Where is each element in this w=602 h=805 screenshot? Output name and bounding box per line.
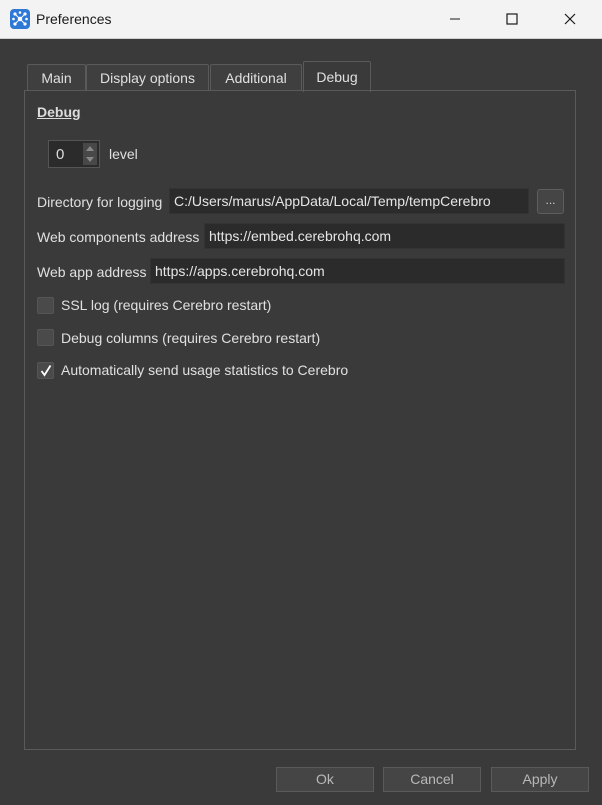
ssl-log-label: SSL log (requires Cerebro restart)	[61, 297, 272, 313]
level-value: 0	[56, 146, 65, 163]
level-label: level	[109, 146, 138, 162]
close-button[interactable]	[547, 0, 593, 38]
minimize-icon	[450, 18, 460, 20]
minimize-button[interactable]	[432, 0, 478, 38]
maximize-icon	[506, 13, 518, 25]
logging-dir-label: Directory for logging	[37, 194, 163, 210]
tab-additional[interactable]: Additional	[210, 64, 302, 91]
maximize-button[interactable]	[489, 0, 535, 38]
spin-down-button[interactable]	[83, 154, 97, 165]
web-app-label: Web app address	[37, 264, 147, 280]
arrow-down-icon	[86, 157, 94, 162]
spin-up-button[interactable]	[83, 143, 97, 154]
close-icon	[564, 13, 576, 25]
debug-columns-checkbox[interactable]	[37, 329, 54, 346]
usage-stats-label: Automatically send usage statistics to C…	[61, 362, 349, 378]
web-components-field[interactable]: https://embed.cerebrohq.com	[204, 223, 565, 249]
tab-debug[interactable]: Debug	[303, 61, 371, 92]
usage-stats-checkbox[interactable]	[37, 362, 54, 379]
level-spinbox[interactable]: 0	[48, 140, 100, 168]
app-icon	[10, 9, 30, 29]
tab-main[interactable]: Main	[27, 64, 86, 91]
tab-display-options[interactable]: Display options	[86, 64, 209, 91]
web-app-field[interactable]: https://apps.cerebrohq.com	[150, 258, 565, 284]
cancel-button[interactable]: Cancel	[383, 767, 481, 792]
title-bar: Preferences	[0, 0, 602, 39]
web-components-label: Web components address	[37, 229, 200, 245]
debug-columns-label: Debug columns (requires Cerebro restart)	[61, 330, 321, 346]
section-title: Debug	[37, 104, 81, 120]
ok-button[interactable]: Ok	[276, 767, 374, 792]
logging-dir-field[interactable]: C:/Users/marus/AppData/Local/Temp/tempCe…	[169, 188, 529, 214]
browse-button[interactable]: ...	[537, 189, 564, 214]
window-title: Preferences	[36, 11, 112, 27]
checkmark-icon	[40, 365, 52, 377]
ssl-log-checkbox[interactable]	[37, 297, 54, 314]
apply-button[interactable]: Apply	[491, 767, 589, 792]
arrow-up-icon	[86, 146, 94, 151]
